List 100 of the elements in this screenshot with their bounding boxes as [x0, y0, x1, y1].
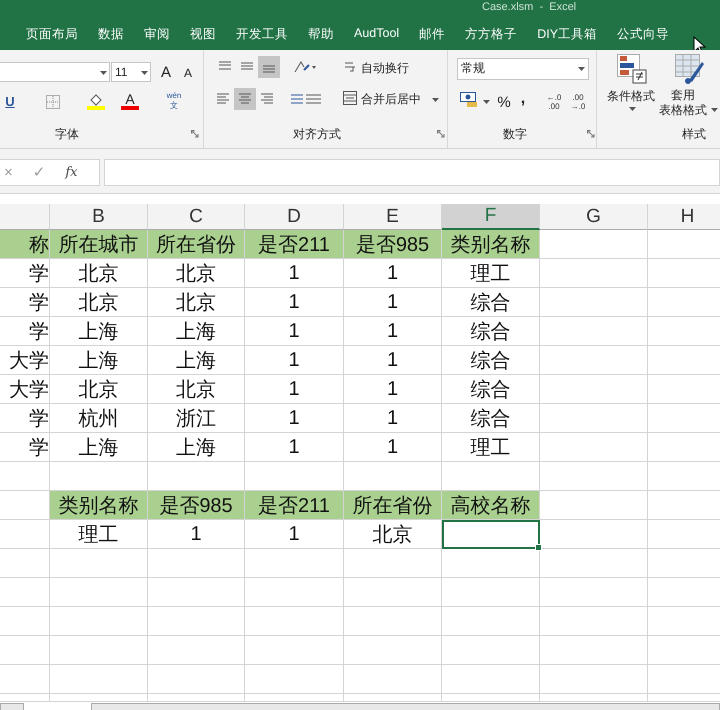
table-cell[interactable] [540, 578, 648, 607]
table-cell[interactable] [540, 259, 648, 288]
header-cell[interactable]: 所在省份 [344, 491, 442, 520]
header-cell[interactable]: 是否211 [245, 491, 344, 520]
merge-center-button[interactable]: 合并后居中 [361, 91, 421, 108]
table-cell[interactable] [0, 694, 50, 702]
table-cell[interactable] [540, 520, 648, 549]
table-cell[interactable]: 1 [344, 288, 442, 317]
column-header[interactable]: G [540, 204, 648, 230]
selected-cell[interactable] [442, 520, 540, 549]
format-as-table-button[interactable]: 套用 表格格式 [659, 88, 707, 118]
underline-button[interactable]: U [3, 92, 17, 110]
menu-tab[interactable]: AudTool [354, 26, 400, 43]
table-cell[interactable] [540, 549, 648, 578]
table-cell[interactable] [148, 665, 245, 694]
percent-button[interactable]: % [494, 91, 514, 113]
table-cell[interactable] [148, 607, 245, 636]
table-cell[interactable] [442, 636, 540, 665]
horizontal-align-button[interactable] [234, 88, 256, 110]
table-cell[interactable] [50, 665, 148, 694]
table-cell[interactable]: 学 [0, 317, 50, 346]
header-cell[interactable]: 是否985 [148, 491, 245, 520]
font-name-field[interactable] [0, 62, 110, 82]
menu-tab[interactable]: 公式向导 [617, 26, 670, 43]
table-cell[interactable] [245, 694, 344, 702]
menu-tab[interactable]: 帮助 [308, 26, 334, 43]
table-cell[interactable] [540, 433, 648, 462]
table-cell[interactable] [0, 607, 50, 636]
menu-tab[interactable]: 邮件 [419, 26, 446, 43]
header-cell[interactable]: 类别名称 [50, 491, 148, 520]
table-cell[interactable] [245, 607, 344, 636]
table-cell[interactable]: 1 [245, 317, 344, 346]
table-cell[interactable]: 北京 [50, 288, 148, 317]
table-cell[interactable]: 浙江 [148, 404, 245, 433]
table-cell[interactable] [50, 694, 148, 702]
table-cell[interactable]: 理工 [442, 433, 540, 462]
table-cell[interactable] [344, 549, 442, 578]
table-cell[interactable]: 北京 [344, 520, 442, 549]
column-header[interactable]: F [442, 204, 540, 230]
menu-tab[interactable]: 页面布局 [26, 26, 78, 43]
table-cell[interactable]: 综合 [442, 375, 540, 404]
table-cell[interactable]: 1 [344, 404, 442, 433]
table-cell[interactable]: 上海 [148, 433, 245, 462]
table-cell[interactable] [344, 607, 442, 636]
table-cell[interactable]: 北京 [148, 259, 245, 288]
phonetic-button[interactable]: wén 文 [164, 90, 184, 112]
table-cell[interactable] [442, 549, 540, 578]
table-cell[interactable]: 杭州 [50, 404, 148, 433]
table-cell[interactable] [540, 404, 648, 433]
menu-tab[interactable]: 视图 [190, 26, 216, 43]
table-cell[interactable] [50, 636, 148, 665]
table-cell[interactable] [540, 665, 648, 694]
table-cell[interactable] [442, 694, 540, 702]
table-cell[interactable] [442, 665, 540, 694]
table-cell[interactable] [148, 578, 245, 607]
table-cell[interactable] [442, 578, 540, 607]
table-cell[interactable] [540, 346, 648, 375]
table-cell[interactable] [0, 636, 50, 665]
table-cell[interactable] [540, 317, 648, 346]
table-cell[interactable] [540, 375, 648, 404]
table-cell[interactable]: 1 [148, 520, 245, 549]
insert-function-button[interactable]: fx [65, 164, 78, 180]
table-cell[interactable]: 上海 [50, 317, 148, 346]
table-cell[interactable]: 上海 [50, 346, 148, 375]
table-cell[interactable]: 1 [344, 259, 442, 288]
table-cell[interactable] [148, 549, 245, 578]
table-cell[interactable] [344, 665, 442, 694]
table-cell[interactable]: 1 [245, 404, 344, 433]
table-cell[interactable] [148, 636, 245, 665]
table-cell[interactable] [0, 462, 50, 491]
table-cell[interactable]: 1 [245, 433, 344, 462]
table-cell[interactable]: 1 [344, 375, 442, 404]
table-cell[interactable]: 1 [344, 433, 442, 462]
header-cell[interactable]: 高校名称 [442, 491, 540, 520]
table-cell[interactable]: 综合 [442, 317, 540, 346]
table-cell[interactable] [50, 578, 148, 607]
table-cell[interactable]: 1 [344, 346, 442, 375]
table-cell[interactable]: 1 [245, 288, 344, 317]
header-cell[interactable]: 称 [0, 230, 50, 259]
table-cell[interactable]: 学 [0, 433, 50, 462]
table-cell[interactable] [50, 607, 148, 636]
table-cell[interactable] [50, 549, 148, 578]
font-size-field[interactable]: 11 [111, 62, 151, 82]
table-cell[interactable] [540, 462, 648, 491]
table-cell[interactable] [245, 665, 344, 694]
table-cell[interactable]: 1 [245, 346, 344, 375]
table-cell[interactable] [148, 694, 245, 702]
table-cell[interactable]: 上海 [50, 433, 148, 462]
decrease-decimal-button[interactable]: .00 →.0 [568, 91, 588, 113]
header-cell[interactable]: 是否985 [344, 230, 442, 259]
number-format-field[interactable]: 常规 [457, 58, 589, 80]
table-cell[interactable]: 1 [245, 375, 344, 404]
table-cell[interactable] [0, 578, 50, 607]
menu-tab[interactable]: 数据 [98, 26, 124, 43]
table-cell[interactable] [245, 636, 344, 665]
vertical-align-button[interactable] [258, 56, 280, 78]
header-cell[interactable]: 是否211 [245, 230, 344, 259]
table-cell[interactable] [245, 549, 344, 578]
menu-tab[interactable]: 审阅 [144, 26, 170, 43]
table-cell[interactable] [442, 607, 540, 636]
